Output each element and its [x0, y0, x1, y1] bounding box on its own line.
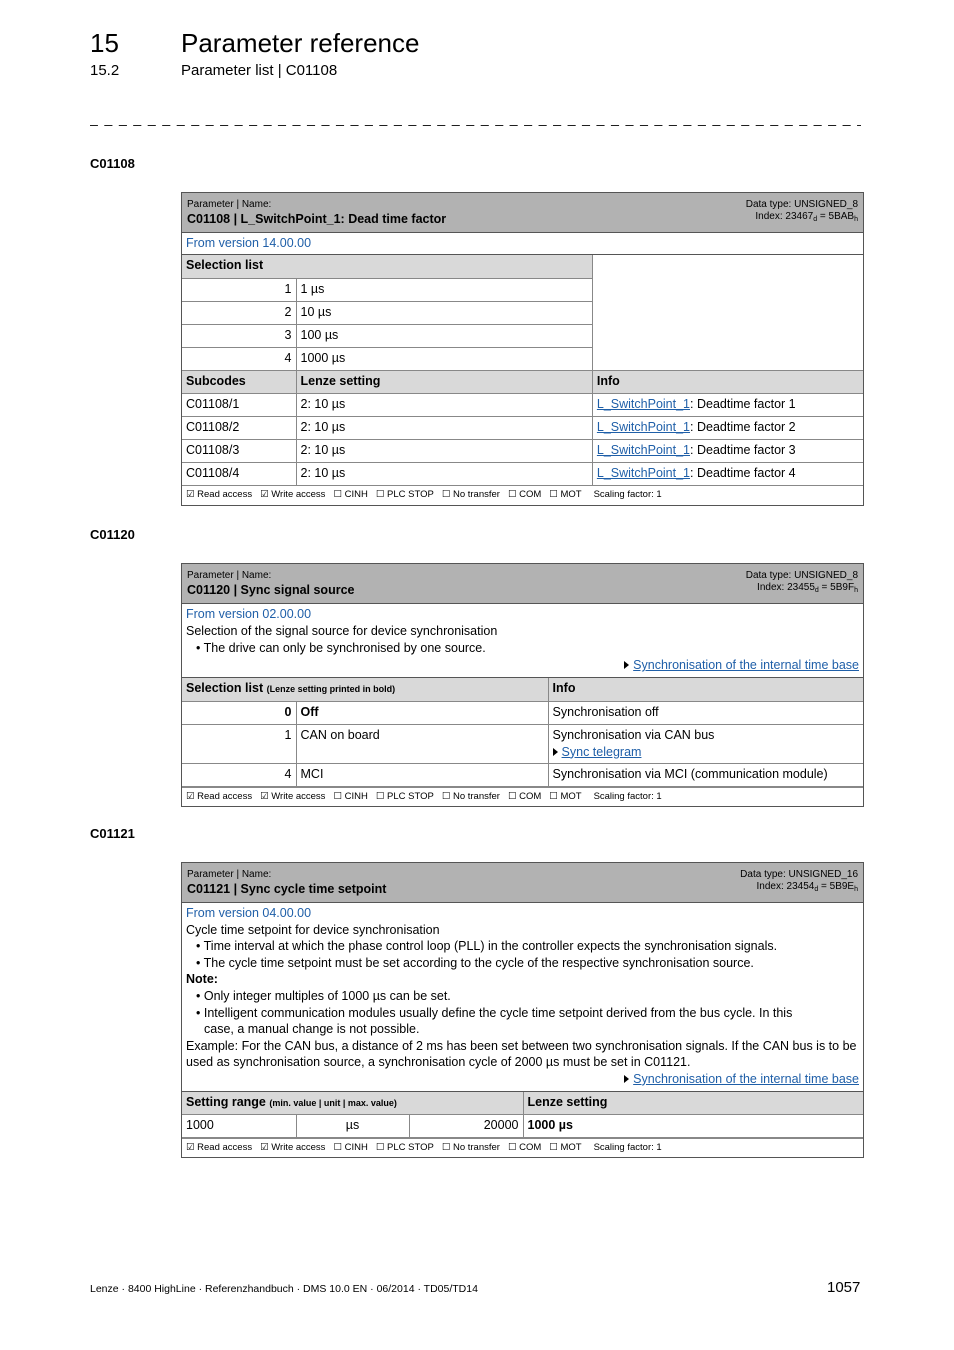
bullet-item: • The drive can only be synchronised by … — [196, 641, 486, 655]
function-block-link[interactable]: L_SwitchPoint_1 — [597, 397, 690, 411]
access-flags: ☑ Read access ☑ Write access ☐ CINH ☐ PLC S… — [182, 1138, 863, 1157]
lenze-setting-header: Lenze setting — [295, 369, 593, 394]
param-table-c01108: Parameter | Name: C01108 | L_SwitchPoint… — [181, 192, 864, 506]
version-note: From version 14.00.00 — [186, 236, 312, 250]
note-label: Note: — [186, 972, 218, 987]
sync-telegram-link[interactable]: Sync telegram — [562, 745, 642, 759]
param-index: Index: 23454d = 5B9Eh — [756, 881, 859, 893]
arrow-right-icon — [624, 1074, 630, 1083]
setting-range-header: Setting range (min. value | unit | max. … — [182, 1091, 524, 1116]
selection-row: 4 MCI Synchronisation via MCI (communica… — [182, 762, 863, 787]
version-note: From version 04.00.00 — [186, 906, 312, 920]
section-title: Parameter list | C01108 — [181, 62, 338, 79]
version-note: From version 02.00.00 — [186, 607, 312, 621]
subcode-row: C01108/2 2: 10 µs L_SwitchPoint_1: Deadt… — [182, 415, 863, 440]
setting-range-table: Setting range (min. value | unit | max. … — [182, 1091, 863, 1139]
max-value: 20000 — [408, 1114, 524, 1139]
unit: µs — [295, 1114, 410, 1139]
section-label-c01120: C01120 — [90, 527, 135, 542]
section-label-c01108: C01108 — [90, 156, 135, 171]
selection-row: 0 Off Synchronisation off — [182, 700, 863, 725]
access-flags: ☑ Read access ☑ Write access ☐ CINH ☐ PLC S… — [186, 488, 662, 500]
data-type: Data type: UNSIGNED_8 — [745, 199, 858, 210]
subcode-row: C01108/3 2: 10 µs L_SwitchPoint_1: Deadt… — [182, 438, 863, 463]
param-index: Index: 23467d = 5BABh — [755, 211, 858, 223]
note-item: • Intelligent communication modules usua… — [196, 1005, 793, 1020]
example-text: Example: For the CAN bus, a distance of … — [186, 1038, 857, 1070]
selection-row: 1 CAN on board Synchronisation via CAN b… — [182, 723, 863, 764]
lenze-setting-value: 1000 µs — [522, 1114, 863, 1139]
function-block-link[interactable]: L_SwitchPoint_1 — [597, 443, 690, 457]
sync-time-base-link[interactable]: Synchronisation of the internal time bas… — [633, 658, 859, 672]
description-text: Cycle time setpoint for device synchroni… — [186, 922, 440, 937]
function-block-link[interactable]: L_SwitchPoint_1 — [597, 420, 690, 434]
subcode-row: C01108/1 2: 10 µs L_SwitchPoint_1: Deadt… — [182, 392, 863, 417]
param-header: Parameter | Name: C01121 | Sync cycle ti… — [182, 863, 863, 903]
description-text: Selection of the signal source for devic… — [186, 624, 498, 638]
param-header: Parameter | Name: C01120 | Sync signal s… — [182, 564, 863, 604]
note-item: • Only integer multiples of 1000 µs can … — [196, 988, 451, 1003]
setting-range-row: 1000 µs 20000 1000 µs — [182, 1114, 863, 1139]
selection-header: Selection list (Lenze setting printed in… — [182, 678, 549, 702]
description: From version 02.00.00 Selection of the s… — [182, 604, 863, 678]
param-name-label: Parameter | Name: — [187, 570, 272, 581]
description: From version 14.00.00 — [182, 233, 863, 255]
data-type: Data type: UNSIGNED_8 — [745, 570, 858, 581]
subcodes-header: Subcodes — [182, 369, 297, 394]
page-number: 1057 — [827, 1279, 861, 1296]
chapter-number: 15 — [90, 28, 119, 58]
chapter-title: Parameter reference — [181, 28, 420, 58]
arrow-right-icon — [624, 661, 630, 669]
param-title: C01108 | L_SwitchPoint_1: Dead time fact… — [187, 212, 447, 226]
arrow-right-icon — [552, 747, 558, 756]
lenze-setting-header: Lenze setting — [522, 1091, 863, 1116]
access-flags: ☑ Read access ☑ Write access ☐ CINH ☐ PLC S… — [182, 786, 863, 806]
section-label-c01121: C01121 — [90, 826, 135, 841]
subcode-row: C01108/4 2: 10 µs L_SwitchPoint_1: Deadt… — [182, 461, 863, 486]
note-item-continued: case, a manual change is not possible. — [204, 1022, 420, 1037]
document-footer: Lenze · 8400 HighLine · Referenzhandbuch… — [90, 1283, 478, 1295]
param-table-c01121: Parameter | Name: C01121 | Sync cycle ti… — [181, 862, 864, 1159]
bullet-item: • Time interval at which the phase contr… — [196, 939, 778, 954]
section-number: 15.2 — [90, 62, 120, 79]
info-header: Info — [547, 678, 863, 702]
selection-table: Selection list (Lenze setting printed in… — [182, 678, 863, 787]
param-title: C01120 | Sync signal source — [187, 583, 355, 597]
empty-cell — [591, 255, 863, 371]
function-block-link[interactable]: L_SwitchPoint_1 — [597, 466, 690, 480]
param-table-c01120: Parameter | Name: C01120 | Sync signal s… — [181, 563, 864, 807]
description: From version 04.00.00 Cycle time setpoin… — [182, 903, 863, 1092]
param-index: Index: 23455d = 5B9Fh — [757, 582, 858, 594]
param-title: C01121 | Sync cycle time setpoint — [187, 882, 387, 896]
min-value: 1000 — [182, 1114, 297, 1139]
sync-time-base-link[interactable]: Synchronisation of the internal time bas… — [633, 1072, 859, 1086]
param-name-label: Parameter | Name: — [187, 199, 272, 210]
bullet-item: • The cycle time setpoint must be set ac… — [196, 955, 754, 970]
data-type: Data type: UNSIGNED_16 — [740, 869, 858, 880]
info-header: Info — [591, 369, 863, 394]
param-name-label: Parameter | Name: — [187, 869, 272, 880]
selection-table: Selection list 11 µs 2 10 µs 3 100 µs 4 100… — [182, 255, 863, 486]
header-separator: _ _ _ _ _ _ _ _ _ _ _ _ _ _ _ _ _ _ _ _ … — [90, 110, 861, 126]
selection-header: Selection list — [182, 255, 593, 279]
param-header: Parameter | Name: C01108 | L_SwitchPoint… — [182, 193, 863, 233]
